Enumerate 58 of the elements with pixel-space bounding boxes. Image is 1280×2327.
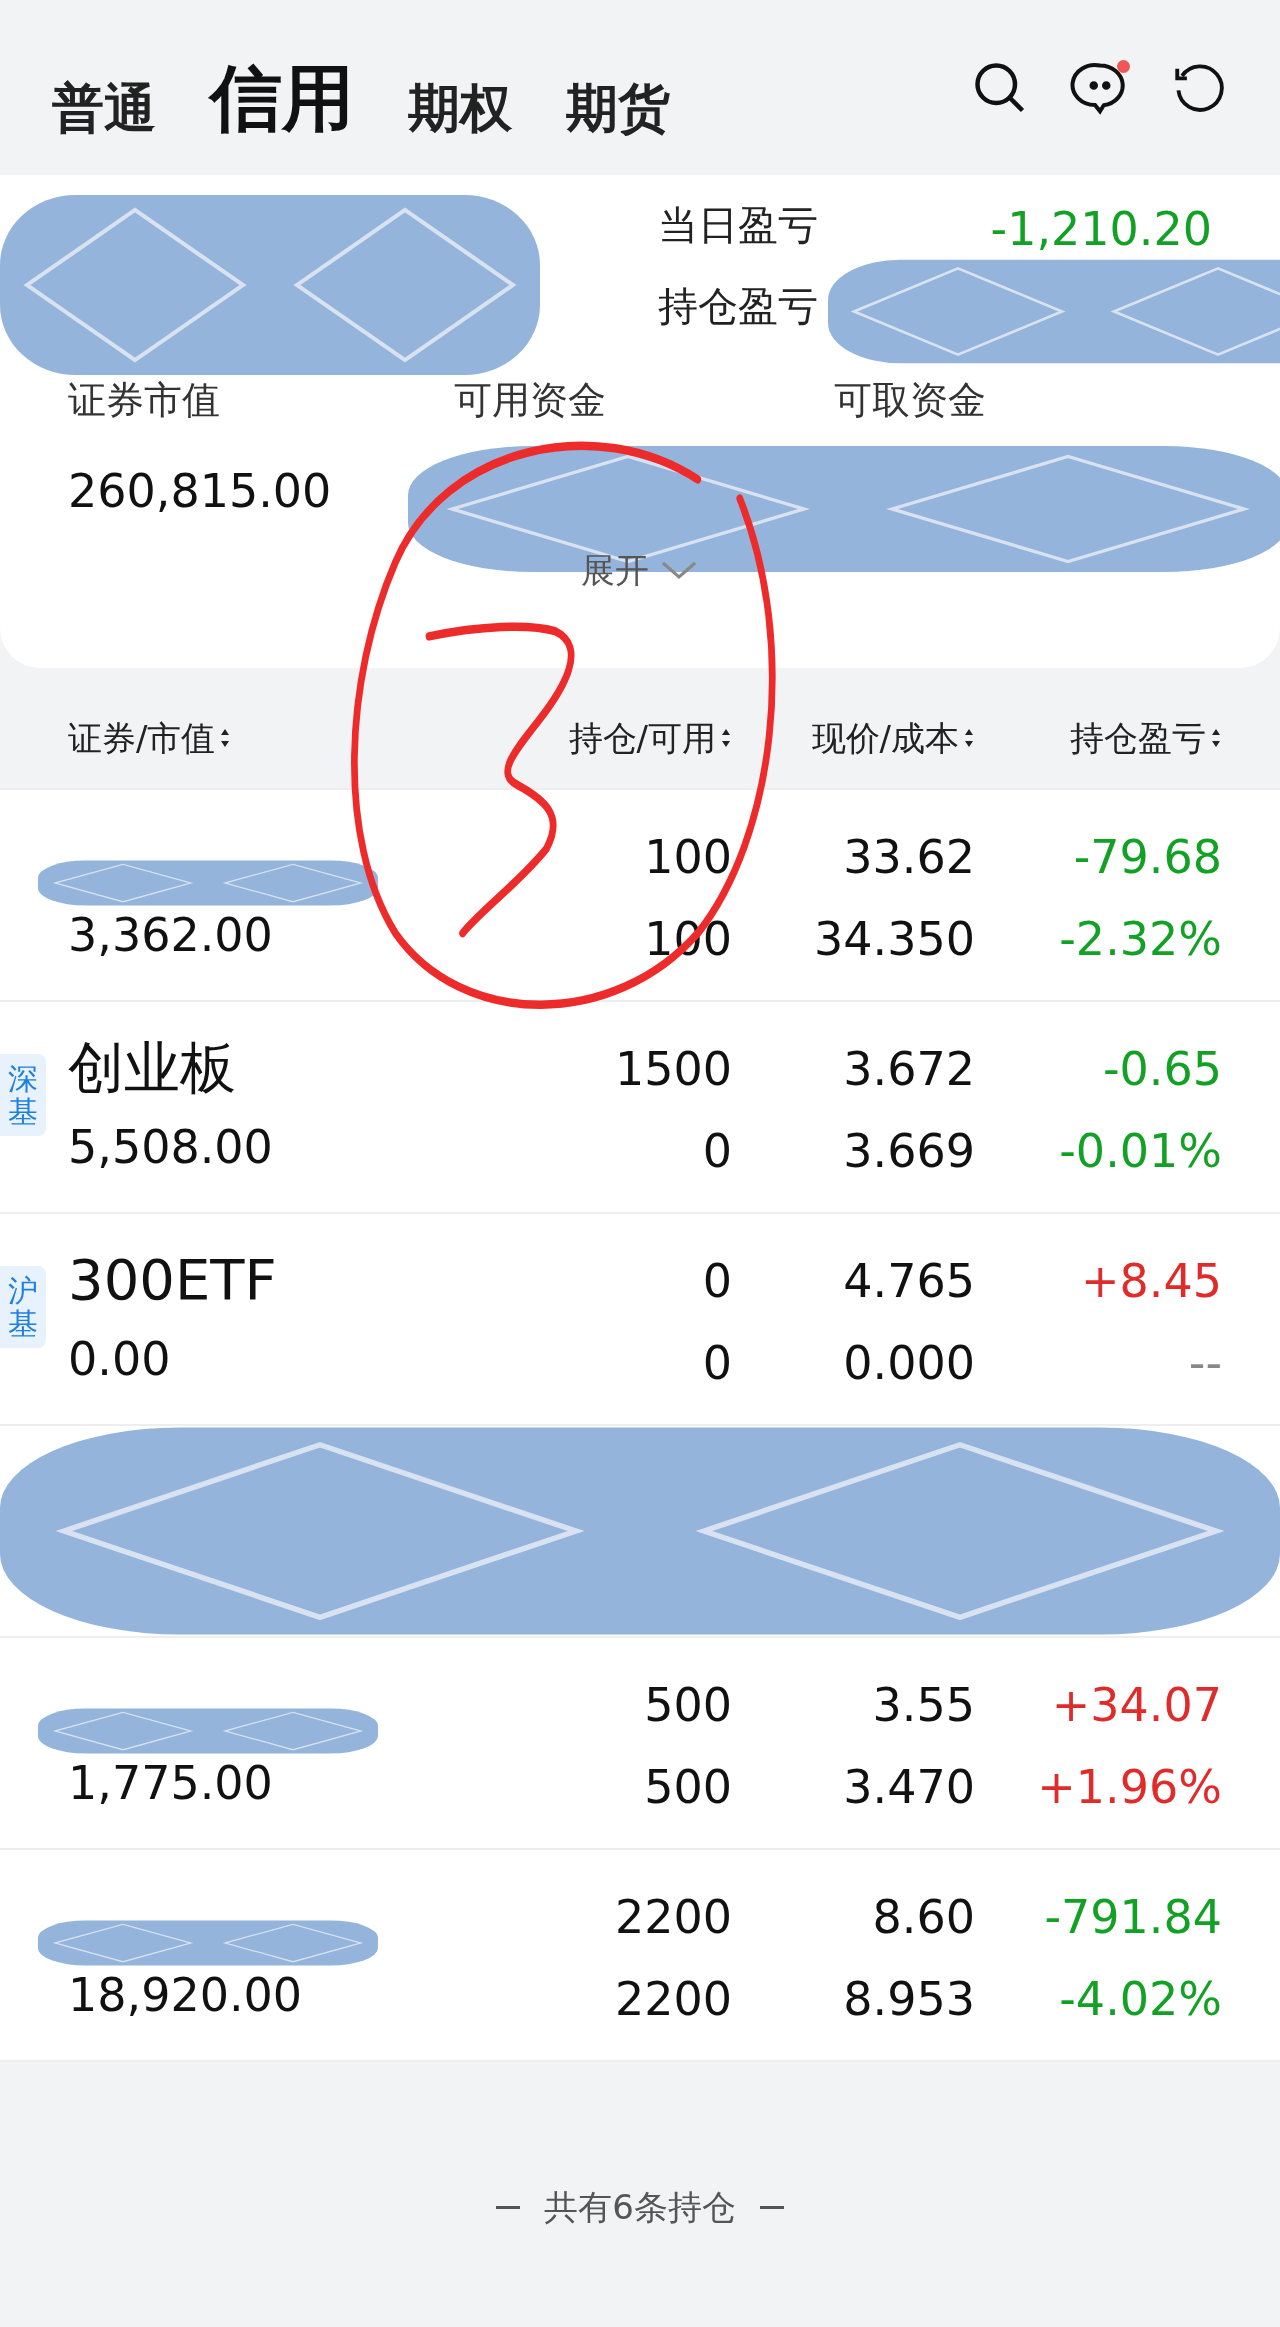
- position-pl-percent: -2.32%: [1058, 916, 1222, 962]
- available-quantity: 0: [701, 1340, 732, 1386]
- metric-label: 可用资金: [454, 377, 607, 424]
- market-value: 0.00: [68, 1336, 172, 1382]
- holding-quantity: 500: [643, 1682, 732, 1728]
- column-header[interactable]: 持仓盈亏: [975, 712, 1222, 764]
- holding-quantity: 1500: [613, 1046, 732, 1092]
- sort-icon: [1210, 727, 1222, 749]
- current-price: 3.672: [842, 1046, 975, 1092]
- current-price: 3.55: [871, 1682, 975, 1728]
- current-price: 4.765: [842, 1258, 975, 1304]
- column-header[interactable]: 持仓/可用: [492, 712, 732, 764]
- available-quantity: 500: [643, 1764, 732, 1810]
- position-pl-percent: --: [1187, 1340, 1222, 1386]
- cost-price: 34.350: [813, 916, 975, 962]
- metric-value: 260,815.00: [68, 463, 333, 520]
- metric-label: 可取资金: [834, 377, 987, 424]
- market-value: 5,508.00: [68, 1124, 274, 1170]
- position-pl: -791.84: [1043, 1894, 1222, 1940]
- security-name: 300ETF: [68, 1252, 278, 1308]
- column-header[interactable]: 现价/成本: [732, 712, 975, 764]
- cost-price: 3.669: [842, 1128, 975, 1174]
- daily-pl-label: 当日盈亏: [658, 201, 818, 250]
- position-pl-label: 持仓盈亏: [658, 282, 818, 331]
- sort-icon: [963, 727, 975, 749]
- sort-icon: [219, 727, 232, 749]
- position-pl-percent: -4.02%: [1058, 1976, 1222, 2022]
- cost-price: 0.000: [842, 1340, 975, 1386]
- sort-icon: [720, 727, 732, 749]
- market-value: 18,920.00: [68, 1972, 304, 2018]
- fund-tag: 沪基: [0, 1266, 46, 1348]
- available-quantity: 0: [701, 1128, 732, 1174]
- holding-quantity: 2200: [613, 1894, 732, 1940]
- daily-pl-value: -1,210.20: [990, 201, 1212, 258]
- market-value: 3,362.00: [68, 912, 274, 958]
- holding-quantity: 0: [701, 1258, 732, 1304]
- tab[interactable]: 期权: [408, 81, 512, 134]
- position-pl-percent: -0.01%: [1058, 1128, 1222, 1174]
- column-header[interactable]: 证券/市值: [0, 712, 492, 764]
- current-price: 33.62: [842, 834, 975, 880]
- fund-tag: 深基: [0, 1054, 46, 1136]
- position-pl-percent: +1.96%: [1036, 1764, 1222, 1810]
- current-price: 8.60: [871, 1894, 975, 1940]
- cost-price: 8.953: [842, 1976, 975, 2022]
- holding-quantity: 100: [643, 834, 732, 880]
- position-pl: -79.68: [1072, 834, 1222, 880]
- position-pl: +8.45: [1080, 1258, 1222, 1304]
- tab[interactable]: 期货: [566, 81, 670, 134]
- market-value: 1,775.00: [68, 1760, 274, 1806]
- available-quantity: 2200: [613, 1976, 732, 2022]
- position-count: 共有6条持仓: [544, 2186, 736, 2229]
- security-name: 创业板: [68, 1040, 237, 1096]
- position-pl: -0.65: [1101, 1046, 1222, 1092]
- tab[interactable]: 信用: [210, 61, 354, 134]
- position-pl: +34.07: [1050, 1682, 1222, 1728]
- cost-price: 3.470: [842, 1764, 975, 1810]
- metric-label: 证券市值: [68, 377, 221, 424]
- tab[interactable]: 普通: [52, 81, 156, 134]
